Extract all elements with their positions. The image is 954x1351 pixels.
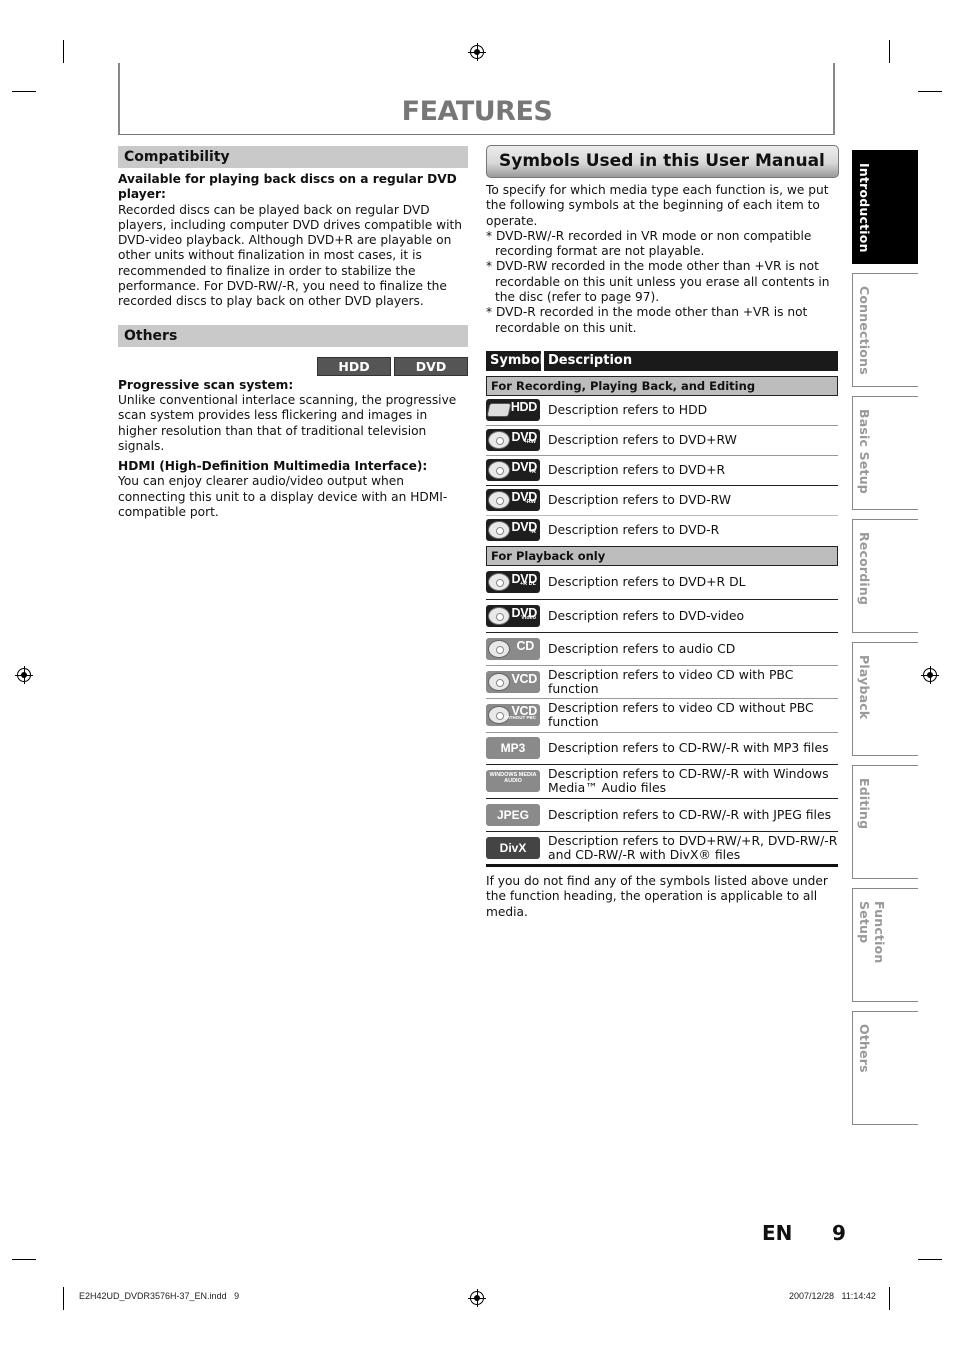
symbols-note: * DVD-RW recorded in the mode other than… — [486, 259, 830, 305]
right-column: Symbols Used in this User Manual To spec… — [486, 145, 839, 920]
registration-mark-icon — [15, 666, 33, 684]
tab-playback[interactable]: Playback — [852, 642, 918, 756]
crop-mark — [63, 40, 64, 63]
table-row: VCD WITHOUT PBC Description refers to vid… — [486, 699, 838, 733]
language-label: EN — [762, 1221, 793, 1245]
compatibility-heading: Compatibility — [118, 146, 468, 168]
row-description: Description refers to video CD without P… — [548, 700, 814, 730]
page-number: 9 — [832, 1221, 846, 1245]
table-row: DVD +RW Description refers to DVD+RW — [486, 426, 838, 456]
slug-datetime: 2007/12/28 11:14:42 — [789, 1291, 876, 1301]
dvd-plus-r-dl-icon: DVD +R DL — [486, 571, 540, 594]
compatibility-body: Available for playing back discs on a re… — [118, 172, 468, 310]
symbols-intro-text: To specify for which media type each fun… — [486, 183, 829, 228]
progressive-scan-title: Progressive scan system: — [118, 377, 294, 392]
dvd-minus-r-icon: DVD -R — [486, 519, 540, 542]
row-description: Description refers to CD-RW/-R with MP3 … — [548, 740, 829, 756]
row-description: Description refers to DVD+R — [548, 462, 726, 478]
dvd-plus-r-icon: DVD +R — [486, 459, 540, 482]
table-row: DVD +R DL Description refers to DVD+R DL — [486, 566, 838, 600]
tab-recording[interactable]: Recording — [852, 519, 918, 633]
left-column: Compatibility Available for playing back… — [118, 146, 468, 520]
registration-mark-icon — [468, 43, 486, 61]
dvd-badge: DVD — [394, 356, 468, 376]
symbol-column-header: Symbol — [486, 350, 544, 371]
wma-icon: WINDOWS MEDIA AUDIO — [486, 770, 540, 793]
symbols-footnote: If you do not find any of the symbols li… — [486, 873, 828, 919]
row-description: Description refers to video CD with PBC … — [548, 666, 794, 696]
crop-mark — [889, 1287, 890, 1310]
row-description: Description refers to DVD-RW — [548, 492, 731, 508]
crop-mark — [12, 91, 36, 92]
row-description: Description refers to CD-RW/-R with Wind… — [548, 766, 829, 796]
hdmi-title: HDMI (High-Definition Multimedia Interfa… — [118, 459, 428, 474]
mp3-icon: MP3 — [486, 737, 540, 760]
table-row: VCD Description refers to video CD with … — [486, 666, 838, 699]
crop-mark — [918, 91, 942, 92]
compatibility-subheading: Available for playing back discs on a re… — [118, 172, 457, 202]
page-title: FEATURES — [401, 96, 553, 127]
hdd-badge: HDD — [317, 356, 391, 376]
dvd-minus-rw-icon: DVD -RW — [486, 489, 540, 512]
crop-mark — [12, 1259, 36, 1260]
table-row: CD Description refers to audio CD — [486, 633, 838, 666]
table-header: Symbol Description — [486, 350, 838, 371]
row-description: Description refers to DVD+R DL — [548, 574, 746, 590]
dvd-plus-rw-icon: DVD +RW — [486, 429, 540, 452]
vcd-without-pbc-icon: VCD WITHOUT PBC — [486, 704, 540, 727]
row-description: Description refers to DVD+RW/+R, DVD-RW/… — [548, 832, 838, 862]
others-heading: Others — [118, 324, 468, 347]
symbols-note: * DVD-RW/-R recorded in VR mode or non c… — [486, 228, 812, 259]
table-row: DVD -RW Description refers to DVD-RW — [486, 486, 838, 516]
table-row: WINDOWS MEDIA AUDIO Description refers t… — [486, 765, 838, 799]
dvd-video-icon: DVD Video — [486, 604, 540, 627]
row-description: Description refers to DVD-video — [548, 607, 745, 623]
jpeg-icon: JPEG — [486, 803, 540, 826]
slug-filename: E2H42UD_DVDR3576H-37_EN.indd 9 — [79, 1291, 240, 1301]
table-row: JPEG Description refers to CD-RW/-R with… — [486, 799, 838, 832]
media-badges: HDD DVD — [118, 356, 468, 376]
crop-mark — [918, 1259, 942, 1260]
symbols-table: Symbol Description For Recording, Playin… — [486, 350, 838, 867]
tab-others[interactable]: Others — [852, 1011, 918, 1125]
row-description: Description refers to DVD-R — [548, 522, 720, 538]
tab-introduction[interactable]: Introduction — [852, 150, 918, 264]
crop-mark — [63, 1287, 64, 1310]
symbols-intro: To specify for which media type each fun… — [486, 183, 839, 336]
tab-basic-setup[interactable]: Basic Setup — [852, 396, 918, 510]
tab-function-setup[interactable]: Function Setup — [852, 888, 918, 1002]
hdd-icon: HDD — [486, 399, 540, 422]
crop-mark — [889, 40, 890, 63]
symbols-note: * DVD-R recorded in the mode other than … — [486, 305, 808, 335]
table-row: DVD -R Description refers to DVD-R — [486, 516, 838, 545]
table-row: HDD Description refers to HDD — [486, 396, 838, 426]
tab-editing[interactable]: Editing — [852, 765, 918, 879]
row-description: Description refers to audio CD — [548, 640, 736, 656]
row-description: Description refers to CD-RW/-R with JPEG… — [548, 806, 832, 822]
registration-mark-icon — [468, 1289, 486, 1307]
progressive-scan-text: Unlike conventional interlace scanning, … — [118, 392, 457, 453]
registration-mark-icon — [921, 666, 939, 684]
audio-cd-icon: CD — [486, 637, 540, 660]
description-column-header: Description — [544, 350, 838, 371]
divx-icon: DivX — [486, 836, 540, 859]
table-row: DVD Video Description refers to DVD-video — [486, 600, 838, 633]
compatibility-text: Recorded discs can be played back on reg… — [118, 202, 463, 309]
tab-connections[interactable]: Connections — [852, 273, 918, 387]
row-description: Description refers to DVD+RW — [548, 432, 737, 448]
symbols-heading: Symbols Used in this User Manual — [486, 145, 839, 178]
table-row: DivX Description refers to DVD+RW/+R, DV… — [486, 832, 838, 867]
row-description: Description refers to HDD — [548, 402, 708, 418]
vcd-icon: VCD — [486, 670, 540, 693]
table-row: MP3 Description refers to CD-RW/-R with … — [486, 733, 838, 765]
others-body: Progressive scan system: Unlike conventi… — [118, 378, 468, 521]
group-recording-header: For Recording, Playing Back, and Editing — [486, 375, 838, 396]
table-row: DVD +R Description refers to DVD+R — [486, 456, 838, 486]
group-playback-header: For Playback only — [486, 545, 838, 566]
hdmi-text: You can enjoy clearer audio/video output… — [118, 474, 448, 520]
